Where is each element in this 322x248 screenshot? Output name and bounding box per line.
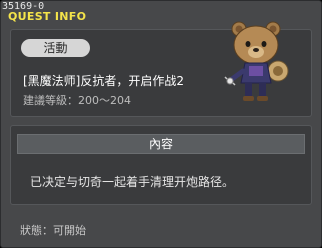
quest-status: 狀態：可開始	[20, 224, 86, 237]
quest-name: [黑魔法师]反抗者，开启作战2	[23, 74, 184, 88]
bear-npc-icon	[224, 21, 289, 101]
quest-content-panel: 內容 已决定与切奇一起着手清理开炮路径。	[10, 125, 312, 205]
content-description: 已决定与切奇一起着手清理开炮路径。	[30, 175, 235, 189]
quest-category-badge: 活動	[21, 39, 90, 57]
content-header: 內容	[17, 134, 305, 154]
window-title: QUEST INFO	[8, 10, 87, 23]
level-requirement: 建議等級：200～204	[23, 94, 131, 107]
quest-info-window: 35169-0 QUEST INFO 活動 [黑魔法师]反抗者，开启作战2 建議…	[0, 0, 322, 248]
